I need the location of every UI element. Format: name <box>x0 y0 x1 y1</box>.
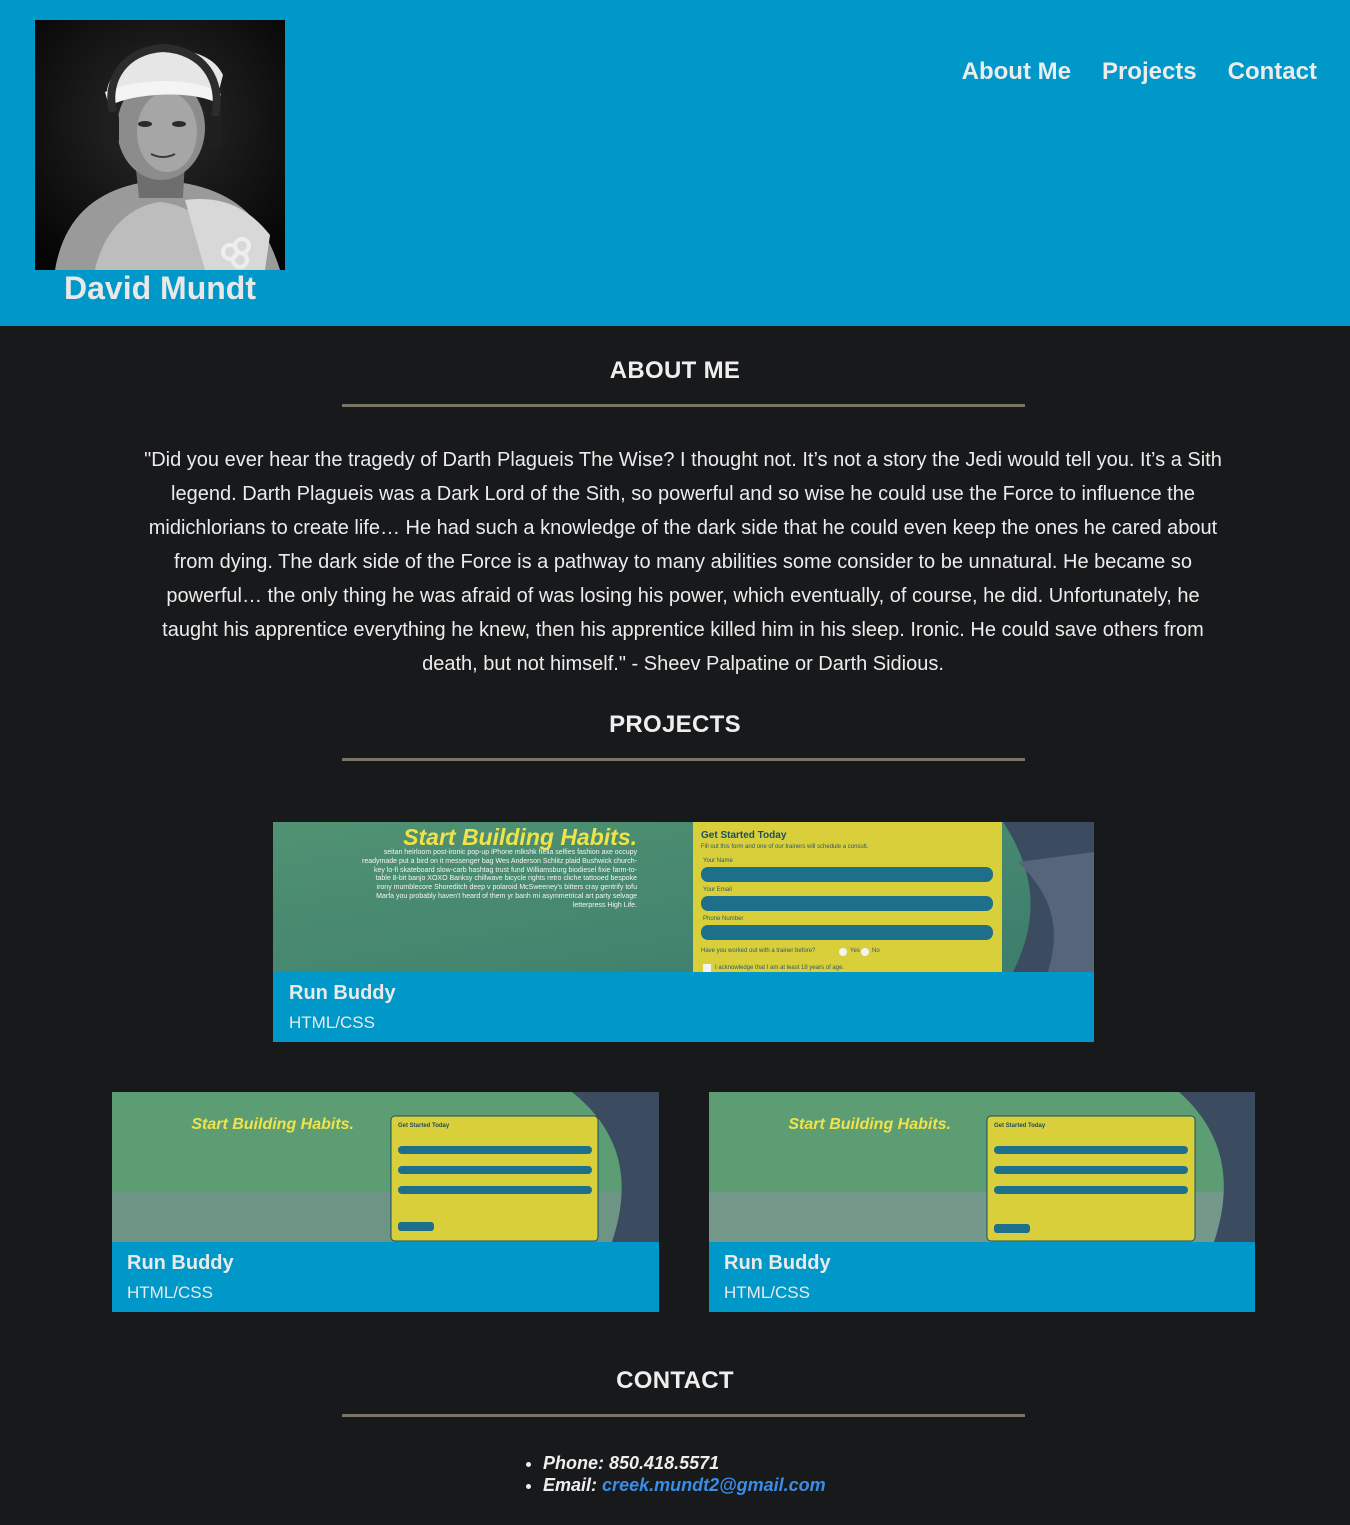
project-tech: HTML/CSS <box>724 1283 810 1302</box>
project-card[interactable]: Start Building Habits. Get Started Today… <box>112 1092 659 1312</box>
projects-divider <box>342 758 1025 761</box>
contact-divider <box>342 1414 1025 1417</box>
project-card[interactable]: Start Building Habits. Get Started Today… <box>709 1092 1255 1312</box>
shot-field-label: Your Email <box>703 887 732 893</box>
shot-headline: Start Building Habits. <box>191 1116 354 1133</box>
contact-heading: CONTACT <box>616 1367 734 1394</box>
site-owner-name: David Mundt <box>64 270 256 306</box>
shot-form-title: Get Started Today <box>994 1123 1046 1129</box>
main-nav: About Me Projects Contact <box>962 58 1317 86</box>
nav-link-about[interactable]: About Me <box>962 58 1071 86</box>
shot-question: Have you worked out with a trainer befor… <box>701 948 816 954</box>
about-text: "Did you ever hear the tragedy of Darth … <box>144 449 1222 675</box>
project-screenshot[interactable] <box>112 1092 659 1242</box>
shot-headline: Start Building Habits. <box>788 1116 951 1133</box>
project-tech: HTML/CSS <box>289 1013 375 1032</box>
about-heading: ABOUT ME <box>609 357 741 384</box>
shot-ack: I acknowledge that I am at least 18 year… <box>715 965 845 971</box>
shot-yes: Yes <box>850 948 860 954</box>
projects-heading: PROJECTS <box>609 711 741 738</box>
project-card-featured[interactable]: Start Building Habits. seitan heirloom p… <box>273 822 1094 1042</box>
shot-no: No <box>872 948 880 954</box>
site-header: David Mundt About Me Projects Contact <box>0 0 1350 326</box>
email-link[interactable]: creek.mundt2@gmail.com <box>602 1475 826 1495</box>
project-tech: HTML/CSS <box>127 1283 213 1302</box>
shot-body: seitan heirloom post-ironic pop-up iPhon… <box>362 849 637 909</box>
nav-link-projects[interactable]: Projects <box>1102 58 1197 86</box>
shot-form-title: Get Started Today <box>398 1123 450 1129</box>
shot-form-title: Get Started Today <box>701 830 787 841</box>
shot-form-sub: Fill out this form and one of our traine… <box>701 844 869 850</box>
shot-field-label: Phone Number <box>703 916 744 922</box>
shot-field-label: Your Name <box>703 858 733 864</box>
profile-photo <box>35 20 285 270</box>
contact-email: Email: creek.mundt2@gmail.com <box>543 1474 826 1496</box>
project-screenshot[interactable] <box>709 1092 1255 1242</box>
project-title[interactable]: Run Buddy <box>724 1252 831 1275</box>
phone-number: 850.418.5571 <box>609 1453 720 1473</box>
shot-headline: Start Building Habits. <box>403 824 637 850</box>
email-label: Email: <box>543 1475 598 1495</box>
about-divider <box>342 404 1025 407</box>
profile-photo-image <box>35 20 285 270</box>
project-title[interactable]: Run Buddy <box>289 982 396 1005</box>
contact-phone: Phone: 850.418.5571 <box>543 1452 826 1474</box>
project-title[interactable]: Run Buddy <box>127 1252 234 1275</box>
nav-link-contact[interactable]: Contact <box>1228 58 1317 86</box>
contact-list: Phone: 850.418.5571 Email: creek.mundt2@… <box>525 1452 826 1496</box>
phone-label: Phone: <box>543 1453 604 1473</box>
